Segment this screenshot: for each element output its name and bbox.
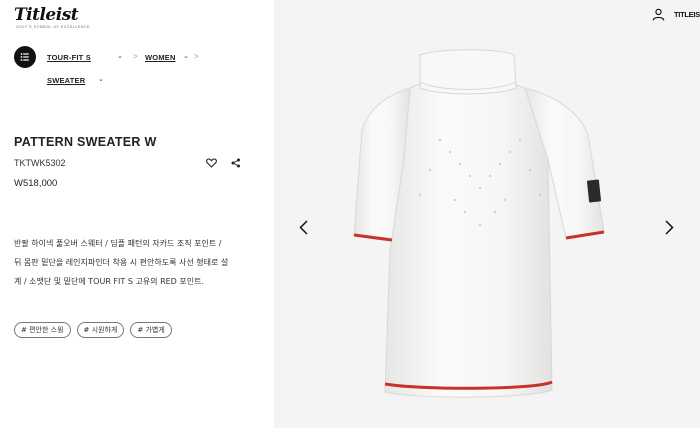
- breadcrumb-separator: >: [133, 52, 138, 61]
- titleist-logo[interactable]: Titleist GOLF'S SYMBOL OF EXCELLENCE: [14, 6, 90, 29]
- product-tags: # 편안한 스윙 # 시원하게 # 가볍게: [14, 322, 172, 338]
- share-icon: [231, 158, 240, 168]
- share-button[interactable]: [229, 156, 243, 170]
- breadcrumb-separator: >: [194, 52, 199, 61]
- chevron-left-icon: [298, 219, 308, 235]
- product-description: 반팔 하이넥 풀오버 스웨터 / 딤플 패턴의 자카드 조직 포인트 / 뒤 몸…: [14, 234, 264, 291]
- list-menu-icon: [20, 53, 29, 61]
- account-button[interactable]: [652, 8, 665, 26]
- breadcrumb-women[interactable]: WOMEN: [145, 53, 176, 62]
- gallery-prev-button[interactable]: [294, 215, 312, 239]
- gallery-next-button[interactable]: [660, 215, 678, 239]
- tag-light[interactable]: # 가볍게: [130, 322, 172, 338]
- logo-tagline: GOLF'S SYMBOL OF EXCELLENCE: [16, 25, 91, 29]
- chevron-down-icon[interactable]: ⌄: [98, 75, 104, 83]
- menu-button[interactable]: [14, 46, 36, 68]
- user-icon: [652, 8, 665, 21]
- wishlist-button[interactable]: [204, 156, 218, 170]
- product-info-panel: [0, 0, 274, 428]
- chevron-down-icon[interactable]: ⌄: [183, 52, 189, 60]
- product-code: TKTWK5302: [14, 158, 66, 168]
- heart-icon: [205, 158, 217, 168]
- chevron-right-icon: [664, 219, 674, 235]
- product-title: PATTERN SWEATER W: [14, 135, 157, 149]
- chevron-down-icon[interactable]: ⌄: [117, 52, 123, 60]
- breadcrumb-tour-fit-s[interactable]: TOUR-FIT S: [47, 53, 91, 62]
- description-line: 뒤 몸판 밑단을 레인지파인더 착용 시 편안하도록 사선 형태로 설: [14, 258, 229, 267]
- logo-wordmark: Titleist: [14, 5, 79, 25]
- product-image: [353, 49, 605, 398]
- breadcrumb-sweater[interactable]: SWEATER: [47, 76, 85, 85]
- description-line: 반팔 하이넥 풀오버 스웨터 / 딤플 패턴의 자카드 조직 포인트 /: [14, 239, 222, 248]
- product-price: W518,000: [14, 178, 58, 189]
- header-brand-text[interactable]: TITLEIST: [674, 10, 700, 19]
- tag-cool[interactable]: # 시원하게: [76, 322, 125, 338]
- tag-comfortable-swing[interactable]: # 편안한 스윙: [14, 322, 71, 338]
- description-line: 계 / 소맷단 및 밑단에 TOUR FIT S 고유의 RED 포인트.: [14, 277, 205, 286]
